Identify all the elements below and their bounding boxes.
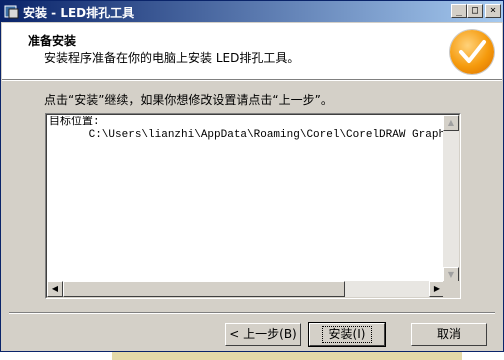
horizontal-scrollbar[interactable]: ◀ ▶ bbox=[47, 281, 445, 297]
installer-window: 安装 - LED排孔工具 _ □ × 准备安装 安装程序准备在你的电脑上安装 L… bbox=[0, 0, 504, 352]
scroll-up-button[interactable]: ▲ bbox=[443, 115, 459, 131]
vertical-scrollbar[interactable]: ▲ ▼ bbox=[443, 115, 459, 283]
background-strip bbox=[112, 352, 462, 360]
scrollbar-corner bbox=[443, 281, 459, 297]
memo-label: 目标位置: bbox=[49, 116, 100, 128]
window-title: 安装 - LED排孔工具 bbox=[23, 6, 135, 20]
instruction-text: 点击“安装”继续，如果你想修改设置请点击“上一步”。 bbox=[44, 93, 333, 107]
title-bar[interactable]: 安装 - LED排孔工具 _ □ × bbox=[1, 1, 503, 22]
page-title: 准备安装 bbox=[28, 34, 77, 48]
maximize-button[interactable]: □ bbox=[467, 4, 483, 18]
ready-memo[interactable]: 目标位置: C:\Users\lianzhi\AppData\Roaming\C… bbox=[45, 113, 461, 299]
cancel-button[interactable]: 取消 bbox=[411, 323, 487, 346]
install-button[interactable]: 安装(I) bbox=[308, 322, 386, 347]
close-button[interactable]: × bbox=[485, 4, 501, 18]
checkmark-icon bbox=[450, 30, 494, 74]
horizontal-scroll-thumb[interactable] bbox=[63, 281, 345, 297]
header-divider bbox=[2, 79, 502, 81]
install-button-label: 安装(I) bbox=[321, 326, 373, 343]
memo-content: 目标位置: C:\Users\lianzhi\AppData\Roaming\C… bbox=[49, 116, 445, 282]
scroll-left-button[interactable]: ◀ bbox=[47, 281, 63, 297]
minimize-button[interactable]: _ bbox=[451, 4, 467, 18]
page-description: 安装程序准备在你的电脑上安装 LED排孔工具。 bbox=[44, 51, 300, 65]
installer-app-icon bbox=[4, 4, 20, 19]
back-button[interactable]: < 上一步(B) bbox=[225, 323, 301, 346]
memo-path: C:\Users\lianzhi\AppData\Roaming\Corel\C… bbox=[49, 129, 445, 141]
footer-divider bbox=[9, 312, 495, 314]
wizard-header: 准备安装 安装程序准备在你的电脑上安装 LED排孔工具。 bbox=[2, 23, 502, 79]
